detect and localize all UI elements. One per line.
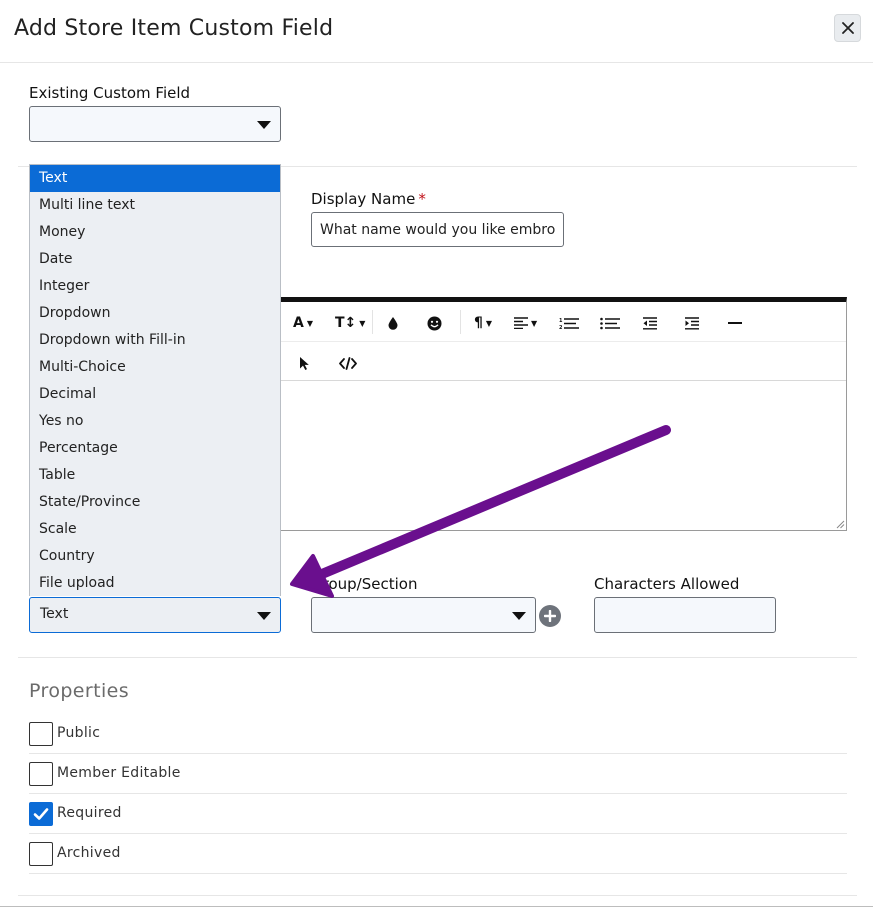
property-label: Archived	[57, 845, 121, 861]
bottom-border	[0, 906, 873, 907]
property-label: Required	[57, 805, 122, 821]
field-type-option[interactable]: Dropdown with Fill-in	[30, 327, 280, 354]
properties-title: Properties	[29, 680, 130, 702]
svg-text:1: 1	[559, 318, 563, 324]
property-label: Member Editable	[57, 765, 181, 781]
field-type-option[interactable]: State/Province	[30, 489, 280, 516]
property-checkbox[interactable]	[29, 762, 53, 786]
field-type-option[interactable]: Dropdown	[30, 300, 280, 327]
indent-icon[interactable]	[685, 312, 699, 334]
paragraph-icon[interactable]: ¶ ▼	[474, 312, 492, 334]
outdent-icon[interactable]	[643, 312, 657, 334]
footer-divider	[18, 895, 857, 896]
font-color-icon[interactable]: A ▼	[293, 312, 313, 334]
section-divider	[18, 657, 857, 658]
display-name-input[interactable]	[311, 212, 564, 247]
close-icon	[841, 22, 854, 34]
field-type-value: Text	[40, 606, 69, 622]
editor-toolbar: A ▼ T↕ ▼ ¶ ▼ ▼ 12	[281, 302, 846, 342]
svg-text:2: 2	[559, 325, 563, 330]
dialog-title: Add Store Item Custom Field	[14, 16, 334, 41]
property-row: Archived	[29, 834, 847, 874]
existing-field-select[interactable]	[29, 106, 281, 142]
align-left-icon[interactable]: ▼	[514, 312, 537, 334]
property-checkbox[interactable]	[29, 842, 53, 866]
ordered-list-icon[interactable]: 12	[559, 312, 579, 334]
required-asterisk: *	[418, 190, 426, 208]
emoji-icon[interactable]	[427, 312, 442, 334]
close-button[interactable]	[834, 14, 861, 42]
horizontal-rule-icon[interactable]	[728, 312, 742, 334]
field-type-options: Text Multi line text Money Date Integer Dropd…	[29, 164, 281, 596]
characters-allowed-input[interactable]	[594, 597, 776, 633]
property-label: Public	[57, 725, 101, 741]
chevron-down-icon	[257, 612, 271, 620]
chevron-down-icon	[512, 612, 526, 620]
header-divider	[0, 62, 873, 63]
field-type-option[interactable]: Text	[30, 165, 280, 192]
field-type-option[interactable]: Country	[30, 543, 280, 570]
existing-field-label: Existing Custom Field	[29, 84, 191, 102]
field-type-option[interactable]: Table	[30, 462, 280, 489]
toolbar-separator	[460, 310, 461, 334]
font-size-icon[interactable]: T↕ ▼	[335, 312, 365, 334]
plus-icon	[544, 610, 556, 622]
resize-grip-icon[interactable]	[835, 519, 845, 529]
field-type-option[interactable]: Integer	[30, 273, 280, 300]
field-type-option[interactable]: Money	[30, 219, 280, 246]
property-checkbox[interactable]	[29, 722, 53, 746]
ink-drop-icon[interactable]	[387, 312, 399, 334]
chevron-down-icon	[257, 121, 271, 129]
property-row: Member Editable	[29, 754, 847, 794]
add-custom-field-dialog: Add Store Item Custom Field Existing Cus…	[0, 0, 873, 921]
field-type-option[interactable]: Yes no	[30, 408, 280, 435]
cursor-select-icon[interactable]	[299, 352, 310, 374]
property-row: Required	[29, 794, 847, 834]
field-type-option[interactable]: Multi line text	[30, 192, 280, 219]
editor-toolbar-row-2	[281, 342, 846, 381]
field-type-select[interactable]: Text	[29, 597, 281, 633]
checkmark-icon	[33, 808, 49, 820]
field-type-option[interactable]: Percentage	[30, 435, 280, 462]
field-type-option[interactable]: Multi-Choice	[30, 354, 280, 381]
property-row: Public	[29, 714, 847, 754]
property-checkbox[interactable]	[29, 802, 53, 826]
field-type-option[interactable]: Scale	[30, 516, 280, 543]
description-editor: A ▼ T↕ ▼ ¶ ▼ ▼ 12	[280, 297, 847, 531]
code-view-icon[interactable]	[339, 352, 357, 374]
display-name-label: Display Name *	[311, 190, 426, 208]
field-type-option[interactable]: Date	[30, 246, 280, 273]
field-type-option[interactable]: File upload	[30, 570, 280, 597]
group-section-select[interactable]	[311, 597, 536, 633]
characters-allowed-label: Characters Allowed	[594, 575, 740, 593]
toolbar-separator	[372, 310, 373, 334]
add-group-button[interactable]	[539, 605, 561, 627]
unordered-list-icon[interactable]	[600, 312, 620, 334]
group-section-label: Group/Section	[311, 575, 418, 593]
field-type-option[interactable]: Decimal	[30, 381, 280, 408]
